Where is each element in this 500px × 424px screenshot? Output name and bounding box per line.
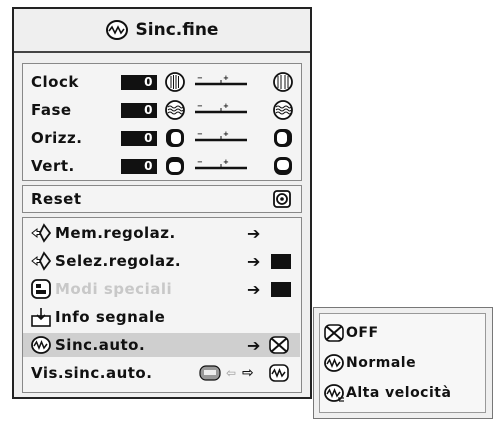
- horizontal-right-icon: [274, 129, 292, 147]
- submenu-box-icon: [271, 253, 291, 269]
- adjust-value: 0: [121, 74, 157, 90]
- auto-sync-options-list: OFF Normale Alta velocità: [319, 313, 486, 413]
- arrow-right-icon: ➔: [247, 335, 261, 355]
- clock-dense-icon: [165, 72, 185, 92]
- svg-text:+: +: [223, 102, 229, 110]
- menu-item-label: Vis.sinc.auto.: [31, 364, 153, 382]
- special-modes-icon: [31, 279, 51, 299]
- vertical-slider[interactable]: − +: [193, 156, 249, 176]
- adjust-label: Vert.: [31, 157, 75, 175]
- adjust-label: Clock: [31, 73, 79, 91]
- adjust-row-phase[interactable]: Fase 0 − +: [23, 98, 300, 122]
- vertical-down-icon: [166, 157, 184, 175]
- menu-item-sinc-auto[interactable]: Sinc.auto. ➔: [23, 333, 300, 357]
- auto-sync-icon: [269, 364, 289, 382]
- fine-sync-icon: [105, 20, 128, 40]
- svg-text:+: +: [223, 130, 229, 138]
- svg-text:+: +: [223, 74, 229, 82]
- menu-item-label: Sinc.auto.: [55, 336, 146, 354]
- auto-sync-fast-icon: [324, 384, 344, 402]
- clock-slider[interactable]: − +: [193, 72, 249, 92]
- display-icon: [199, 365, 221, 381]
- reset-icon[interactable]: [273, 190, 291, 208]
- arrow-right-icon: ➔: [247, 251, 261, 271]
- menu-item-vis-sinc-auto[interactable]: Vis.sinc.auto. ⇦ ⇨: [23, 361, 300, 385]
- adjust-label: Fase: [31, 101, 72, 119]
- adjust-value: 0: [121, 158, 157, 174]
- arrow-right-icon: ➔: [247, 223, 261, 243]
- arrow-right-outline-icon: ⇨: [242, 365, 255, 381]
- menu-item-label: Mem.regolaz.: [55, 224, 176, 242]
- menu-section: Mem.regolaz. ➔ Selez.regolaz. ➔ Modi spe…: [22, 217, 302, 393]
- auto-sync-off-icon: [269, 336, 289, 354]
- reset-row[interactable]: Reset: [22, 185, 302, 213]
- option-label: Alta velocità: [346, 385, 452, 401]
- horizontal-slider[interactable]: − +: [193, 128, 249, 148]
- adjust-row-horizontal[interactable]: Orizz. 0 − +: [23, 126, 300, 150]
- phase-slider[interactable]: − +: [193, 100, 249, 120]
- arrow-right-icon: ➔: [247, 279, 261, 299]
- diamond-arrow-icon: [31, 223, 51, 243]
- reset-label: Reset: [31, 190, 82, 208]
- submenu-box-icon: [271, 281, 291, 297]
- adjust-value: 0: [121, 102, 157, 118]
- clock-sparse-icon: [273, 72, 293, 92]
- osd-window: Sinc.fine Clock 0 − + Fase 0 − + Orizz. …: [12, 7, 312, 399]
- option-normale[interactable]: Normale: [320, 350, 484, 376]
- vertical-up-icon: [274, 157, 292, 175]
- phase-wave-icon: [273, 100, 293, 120]
- menu-item-modi-speciali: Modi speciali ➔: [23, 277, 300, 301]
- svg-text:−: −: [197, 130, 203, 138]
- adjust-value: 0: [121, 130, 157, 146]
- adjust-label: Orizz.: [31, 129, 83, 147]
- window-title: Sinc.fine: [135, 20, 219, 40]
- horizontal-left-icon: [166, 129, 184, 147]
- svg-text:−: −: [197, 102, 203, 110]
- auto-sync-off-icon: [324, 324, 344, 342]
- option-label: Normale: [346, 355, 417, 371]
- signal-info-icon: [31, 308, 51, 327]
- auto-sync-icon: [324, 354, 344, 372]
- phase-wave-icon: [165, 100, 185, 120]
- adjust-row-vertical[interactable]: Vert. 0 − +: [23, 154, 300, 178]
- auto-sync-icon: [31, 336, 51, 354]
- arrow-left-icon: ⇦: [226, 366, 237, 380]
- option-off[interactable]: OFF: [320, 320, 484, 346]
- adjust-row-clock[interactable]: Clock 0 − +: [23, 70, 300, 94]
- svg-text:+: +: [223, 158, 229, 166]
- adjust-section: Clock 0 − + Fase 0 − + Orizz. 0 − + Vert…: [22, 63, 302, 181]
- menu-item-info-segnale[interactable]: Info segnale: [23, 305, 300, 329]
- menu-item-mem-regolaz[interactable]: Mem.regolaz. ➔: [23, 221, 300, 245]
- svg-text:−: −: [197, 158, 203, 166]
- window-titlebar: Sinc.fine: [14, 9, 310, 53]
- option-label: OFF: [346, 325, 379, 341]
- diamond-arrow-icon: [31, 251, 51, 271]
- menu-item-label: Selez.regolaz.: [55, 252, 182, 270]
- svg-text:−: −: [197, 74, 203, 82]
- menu-item-selez-regolaz[interactable]: Selez.regolaz. ➔: [23, 249, 300, 273]
- option-alta-velocita[interactable]: Alta velocità: [320, 380, 484, 406]
- menu-item-label: Info segnale: [55, 308, 166, 326]
- menu-item-label: Modi speciali: [55, 280, 173, 298]
- auto-sync-options-popup: OFF Normale Alta velocità: [313, 307, 493, 419]
